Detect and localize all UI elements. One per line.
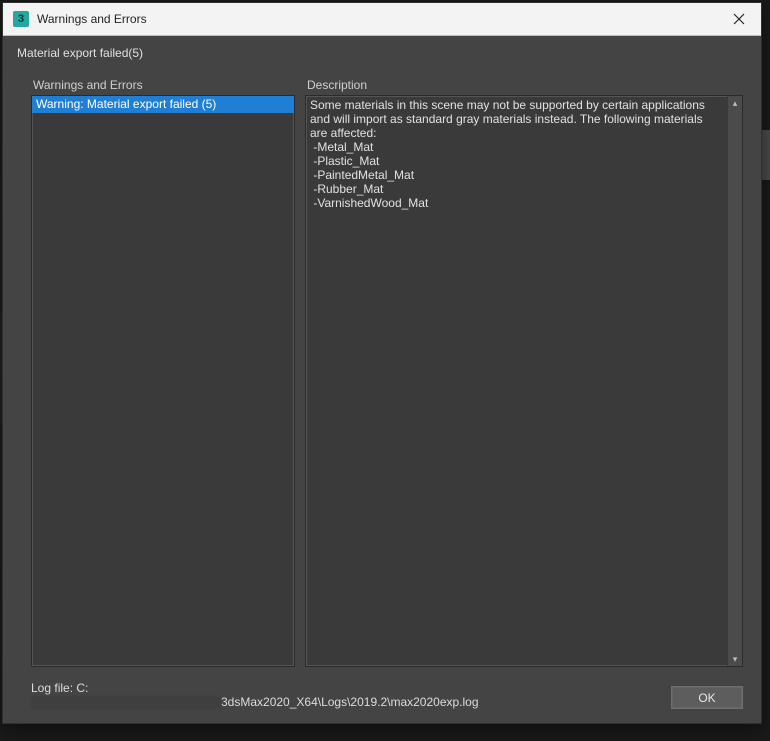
warnings-panel-label: Warnings and Errors xyxy=(31,78,295,95)
log-file-path-line: 3dsMax2020_X64\Logs\2019.2\max2020exp.lo… xyxy=(31,695,661,709)
description-scrollbar[interactable]: ▴ ▾ xyxy=(727,96,742,666)
summary-line: Material export failed(5) xyxy=(3,36,761,64)
scroll-down-arrow-icon[interactable]: ▾ xyxy=(728,652,742,666)
description-panel-label: Description xyxy=(305,78,743,95)
description-text[interactable]: Some materials in this scene may not be … xyxy=(306,96,727,666)
ok-button[interactable]: OK xyxy=(671,686,743,709)
close-icon xyxy=(733,13,745,25)
warnings-panel: Warnings and Errors Warning: Material ex… xyxy=(31,78,295,667)
window-title: Warnings and Errors xyxy=(37,12,717,26)
dialog-footer: Log file: C: 3dsMax2020_X64\Logs\2019.2\… xyxy=(3,671,761,723)
warnings-dialog: 3 Warnings and Errors Material export fa… xyxy=(2,2,762,724)
description-panel: Description Some materials in this scene… xyxy=(305,78,743,667)
panels-row: Warnings and Errors Warning: Material ex… xyxy=(3,64,761,671)
log-file-path-tail: 3dsMax2020_X64\Logs\2019.2\max2020exp.lo… xyxy=(221,695,479,709)
close-button[interactable] xyxy=(717,3,761,35)
scroll-up-arrow-icon[interactable]: ▴ xyxy=(728,96,742,110)
log-file-block: Log file: C: 3dsMax2020_X64\Logs\2019.2\… xyxy=(31,681,661,709)
warnings-listbox[interactable]: Warning: Material export failed (5) xyxy=(31,95,295,667)
log-file-label: Log file: C: xyxy=(31,681,661,695)
app-icon: 3 xyxy=(13,11,29,27)
titlebar[interactable]: 3 Warnings and Errors xyxy=(3,3,761,36)
warnings-list-item[interactable]: Warning: Material export failed (5) xyxy=(32,96,294,113)
description-box: Some materials in this scene may not be … xyxy=(305,95,743,667)
log-file-path-redacted xyxy=(31,696,221,709)
